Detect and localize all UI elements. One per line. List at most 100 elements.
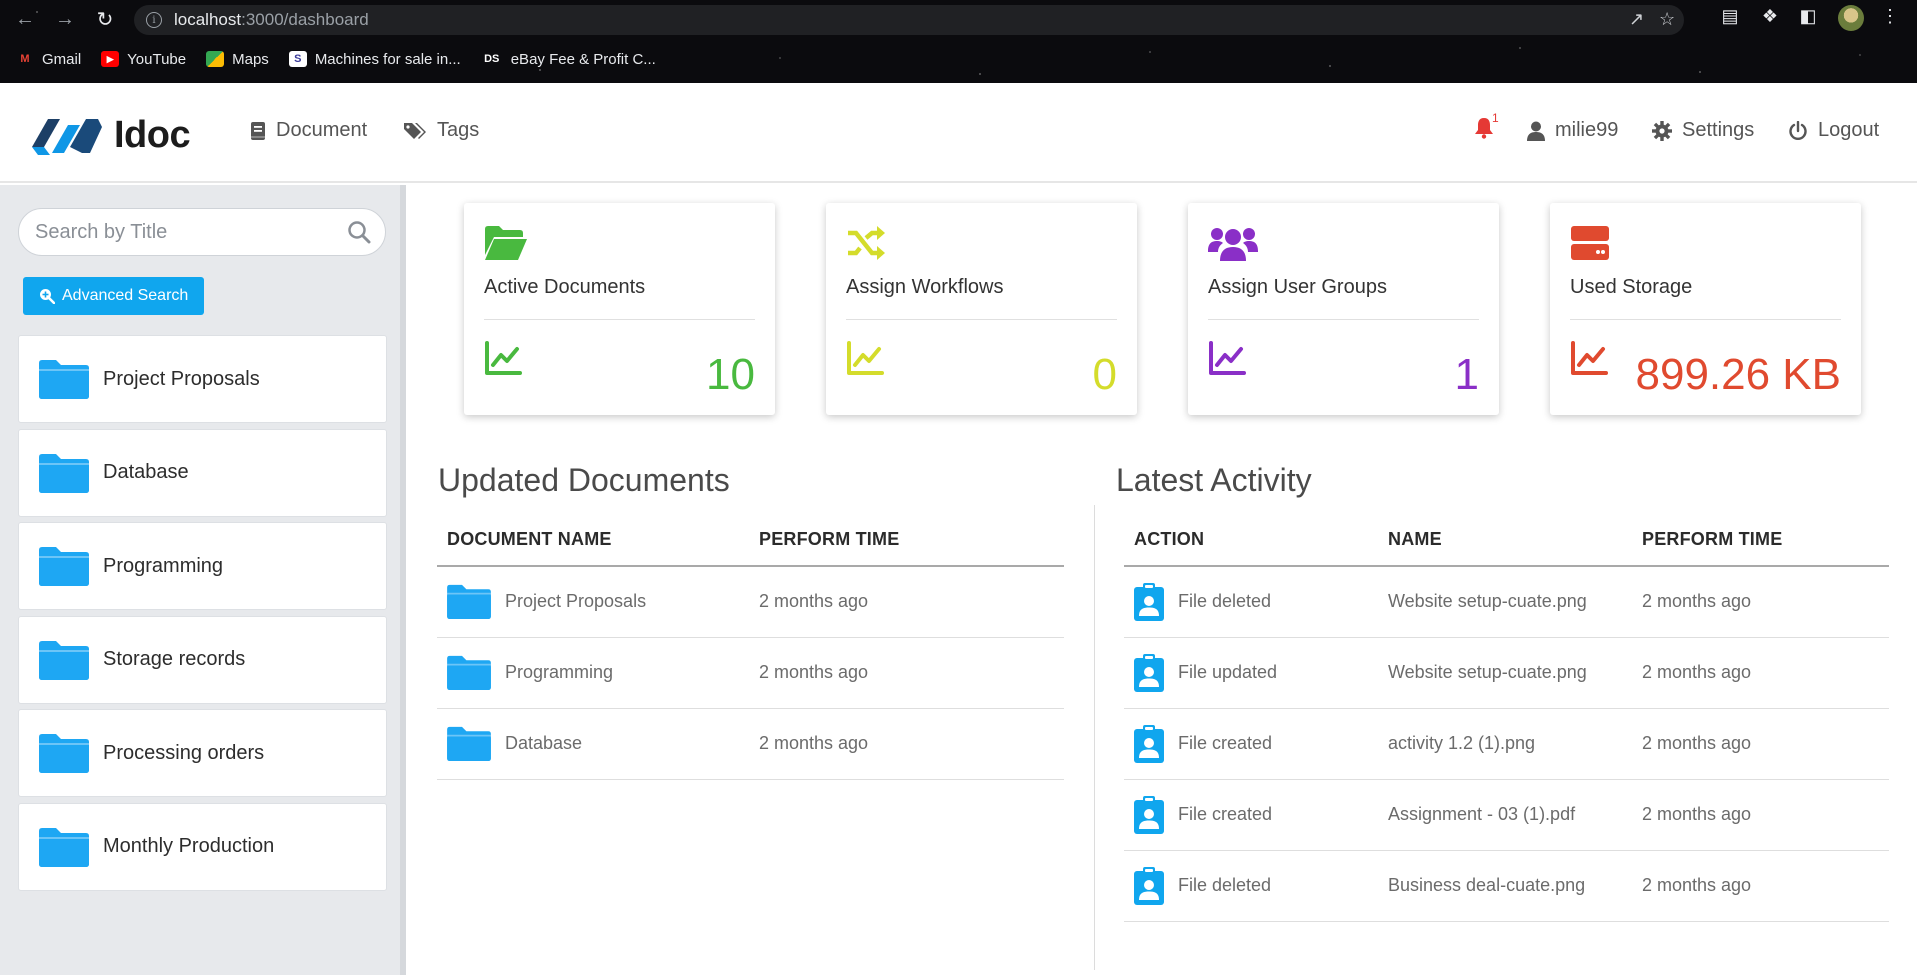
updated-documents-title: Updated Documents — [438, 462, 730, 498]
nav-tags[interactable]: Tags — [403, 119, 479, 142]
document-name-cell: Database — [437, 708, 749, 780]
bookmark-ebay[interactable]: DS eBay Fee & Profit C... — [481, 51, 656, 68]
site-info-icon[interactable]: i — [146, 12, 162, 28]
folder-item[interactable]: Database — [18, 428, 387, 517]
document-name[interactable]: Programming — [505, 662, 613, 683]
side-panel-icon[interactable]: ◧ — [1796, 6, 1820, 27]
stat-value: 0 — [1092, 350, 1117, 399]
advanced-search-button[interactable]: Advanced Search — [23, 277, 205, 315]
stat-value: 899.26 KB — [1635, 350, 1842, 399]
bookmarks-bar: M Gmail ▶ YouTube Maps S Machines for sa… — [0, 44, 660, 74]
table-row[interactable]: Database 2 months ago — [437, 708, 1064, 780]
folder-item[interactable]: Programming — [18, 522, 387, 610]
logout-button[interactable]: Logout — [1788, 119, 1879, 142]
document-name[interactable]: Database — [505, 733, 582, 754]
user-icon — [1527, 121, 1545, 141]
bookmark-youtube[interactable]: ▶ YouTube — [101, 51, 186, 68]
bookmark-maps[interactable]: Maps — [206, 51, 269, 68]
reload-icon[interactable]: ↻ — [92, 6, 118, 32]
search-icon[interactable] — [347, 220, 371, 244]
perform-time-cell: 2 months ago — [1632, 850, 1889, 922]
bookmark-gmail[interactable]: M Gmail — [16, 51, 81, 68]
bookmark-label: YouTube — [127, 50, 187, 68]
profile-avatar[interactable] — [1838, 5, 1864, 31]
stat-title: Assign User Groups — [1208, 276, 1387, 298]
folder-label: Storage records — [103, 648, 246, 670]
column-header: PERFORM TIME — [749, 514, 1064, 567]
latest-activity-title: Latest Activity — [1116, 462, 1312, 498]
column-header: NAME — [1378, 514, 1632, 567]
bookmark-machines[interactable]: S Machines for sale in... — [288, 51, 461, 68]
notifications-button[interactable]: 1 — [1474, 111, 1499, 144]
perform-time-cell: 2 months ago — [1632, 637, 1889, 709]
chart-line-icon — [847, 341, 884, 375]
action-cell: File updated — [1124, 637, 1378, 709]
notification-count-badge: 1 — [1492, 111, 1499, 125]
search-plus-icon — [40, 289, 55, 304]
table-row[interactable]: File deleted Website setup-cuate.png 2 mon… — [1124, 566, 1889, 638]
document-name[interactable]: Project Proposals — [505, 591, 646, 612]
brand-logo[interactable]: Idoc — [30, 113, 191, 157]
stat-card[interactable]: Assign User Groups 1 — [1188, 203, 1499, 415]
folder-item[interactable]: Processing orders — [18, 709, 387, 797]
bookmark-label: eBay Fee & Profit C... — [510, 50, 656, 68]
file-name-cell: Website setup-cuate.png — [1378, 566, 1632, 638]
action-cell: File created — [1124, 779, 1378, 851]
back-arrow-icon[interactable]: ← — [12, 6, 38, 32]
chart-line-icon — [485, 341, 522, 375]
user-menu[interactable]: milie99 — [1527, 119, 1618, 142]
table-row[interactable]: File created activity 1.2 (1).png 2 months… — [1124, 708, 1889, 780]
share-icon[interactable]: ↗ — [1629, 9, 1644, 30]
updated-documents-table: DOCUMENT NAME PERFORM TIME Project Propo… — [437, 514, 1064, 780]
advanced-search-label: Advanced Search — [62, 287, 189, 304]
stat-value: 1 — [1454, 350, 1479, 399]
stat-card[interactable]: Active Documents 10 — [464, 203, 775, 415]
folder-icon — [39, 734, 89, 773]
perform-time-cell: 2 months ago — [1632, 566, 1889, 638]
search-input[interactable] — [35, 209, 335, 255]
file-name-cell: Assignment - 03 (1).pdf — [1378, 779, 1632, 851]
folder-item[interactable]: Storage records — [18, 615, 387, 704]
action-label: File updated — [1178, 662, 1278, 682]
gmail-icon: M — [20, 53, 30, 65]
shuffle-icon — [848, 226, 885, 260]
youtube-icon: ▶ — [101, 51, 120, 67]
action-label: File deleted — [1178, 591, 1272, 612]
menu-kebab-icon[interactable]: ⋮ — [1878, 6, 1902, 27]
folder-item[interactable]: Monthly Production — [18, 802, 387, 891]
reading-list-icon[interactable]: ▤ — [1718, 6, 1742, 27]
nav-label: Document — [276, 119, 368, 141]
stat-icon — [1208, 225, 1258, 268]
address-bar[interactable]: i localhost:3000/dashboard ↗ ☆ — [134, 5, 1684, 35]
table-row[interactable]: File created Assignment - 03 (1).pdf 2 mon… — [1124, 779, 1889, 851]
folder-icon — [39, 547, 89, 586]
stat-card[interactable]: Used Storage 899.26 KB — [1550, 203, 1861, 415]
bookmark-star-icon[interactable]: ☆ — [1659, 9, 1675, 30]
action-label: File deleted — [1178, 875, 1272, 895]
stat-card[interactable]: Assign Workflows 0 — [826, 203, 1137, 415]
sidebar: Advanced Search Project Proposals Databa… — [0, 185, 406, 975]
table-row[interactable]: Project Proposals 2 months ago — [437, 566, 1064, 638]
settings-label: Settings — [1682, 119, 1755, 141]
file-name-cell: activity 1.2 (1).png — [1378, 708, 1632, 780]
nav-document[interactable]: Document — [250, 119, 367, 142]
extensions-puzzle-icon[interactable]: ❖ — [1758, 6, 1782, 27]
table-row[interactable]: File deleted Business deal-cuate.png 2 mon… — [1124, 850, 1889, 922]
forward-arrow-icon[interactable]: → — [52, 6, 78, 32]
action-label: File created — [1178, 733, 1273, 753]
settings-link[interactable]: Settings — [1652, 119, 1754, 142]
browser-chrome: ← → ↻ i localhost:3000/dashboard ↗ ☆ ▤ ❖… — [0, 0, 1917, 83]
column-header: DOCUMENT NAME — [437, 514, 749, 567]
stat-divider — [1570, 319, 1841, 320]
app-header: Idoc Document Tags 1 milie99 Settings Lo… — [0, 83, 1917, 183]
clipboard-user-icon — [1134, 653, 1164, 692]
latest-activity-table: ACTION NAME PERFORM TIME File deleted Web… — [1124, 514, 1889, 922]
folder-label: Programming — [103, 554, 224, 577]
stat-trend — [484, 341, 522, 382]
table-row[interactable]: File updated Website setup-cuate.png 2 mon… — [1124, 637, 1889, 709]
server-icon — [1571, 226, 1609, 260]
stat-title: Used Storage — [1570, 276, 1693, 298]
folder-item[interactable]: Project Proposals — [18, 335, 387, 423]
table-row[interactable]: Programming 2 months ago — [437, 637, 1064, 709]
address-url[interactable]: localhost:3000/dashboard — [174, 10, 369, 30]
